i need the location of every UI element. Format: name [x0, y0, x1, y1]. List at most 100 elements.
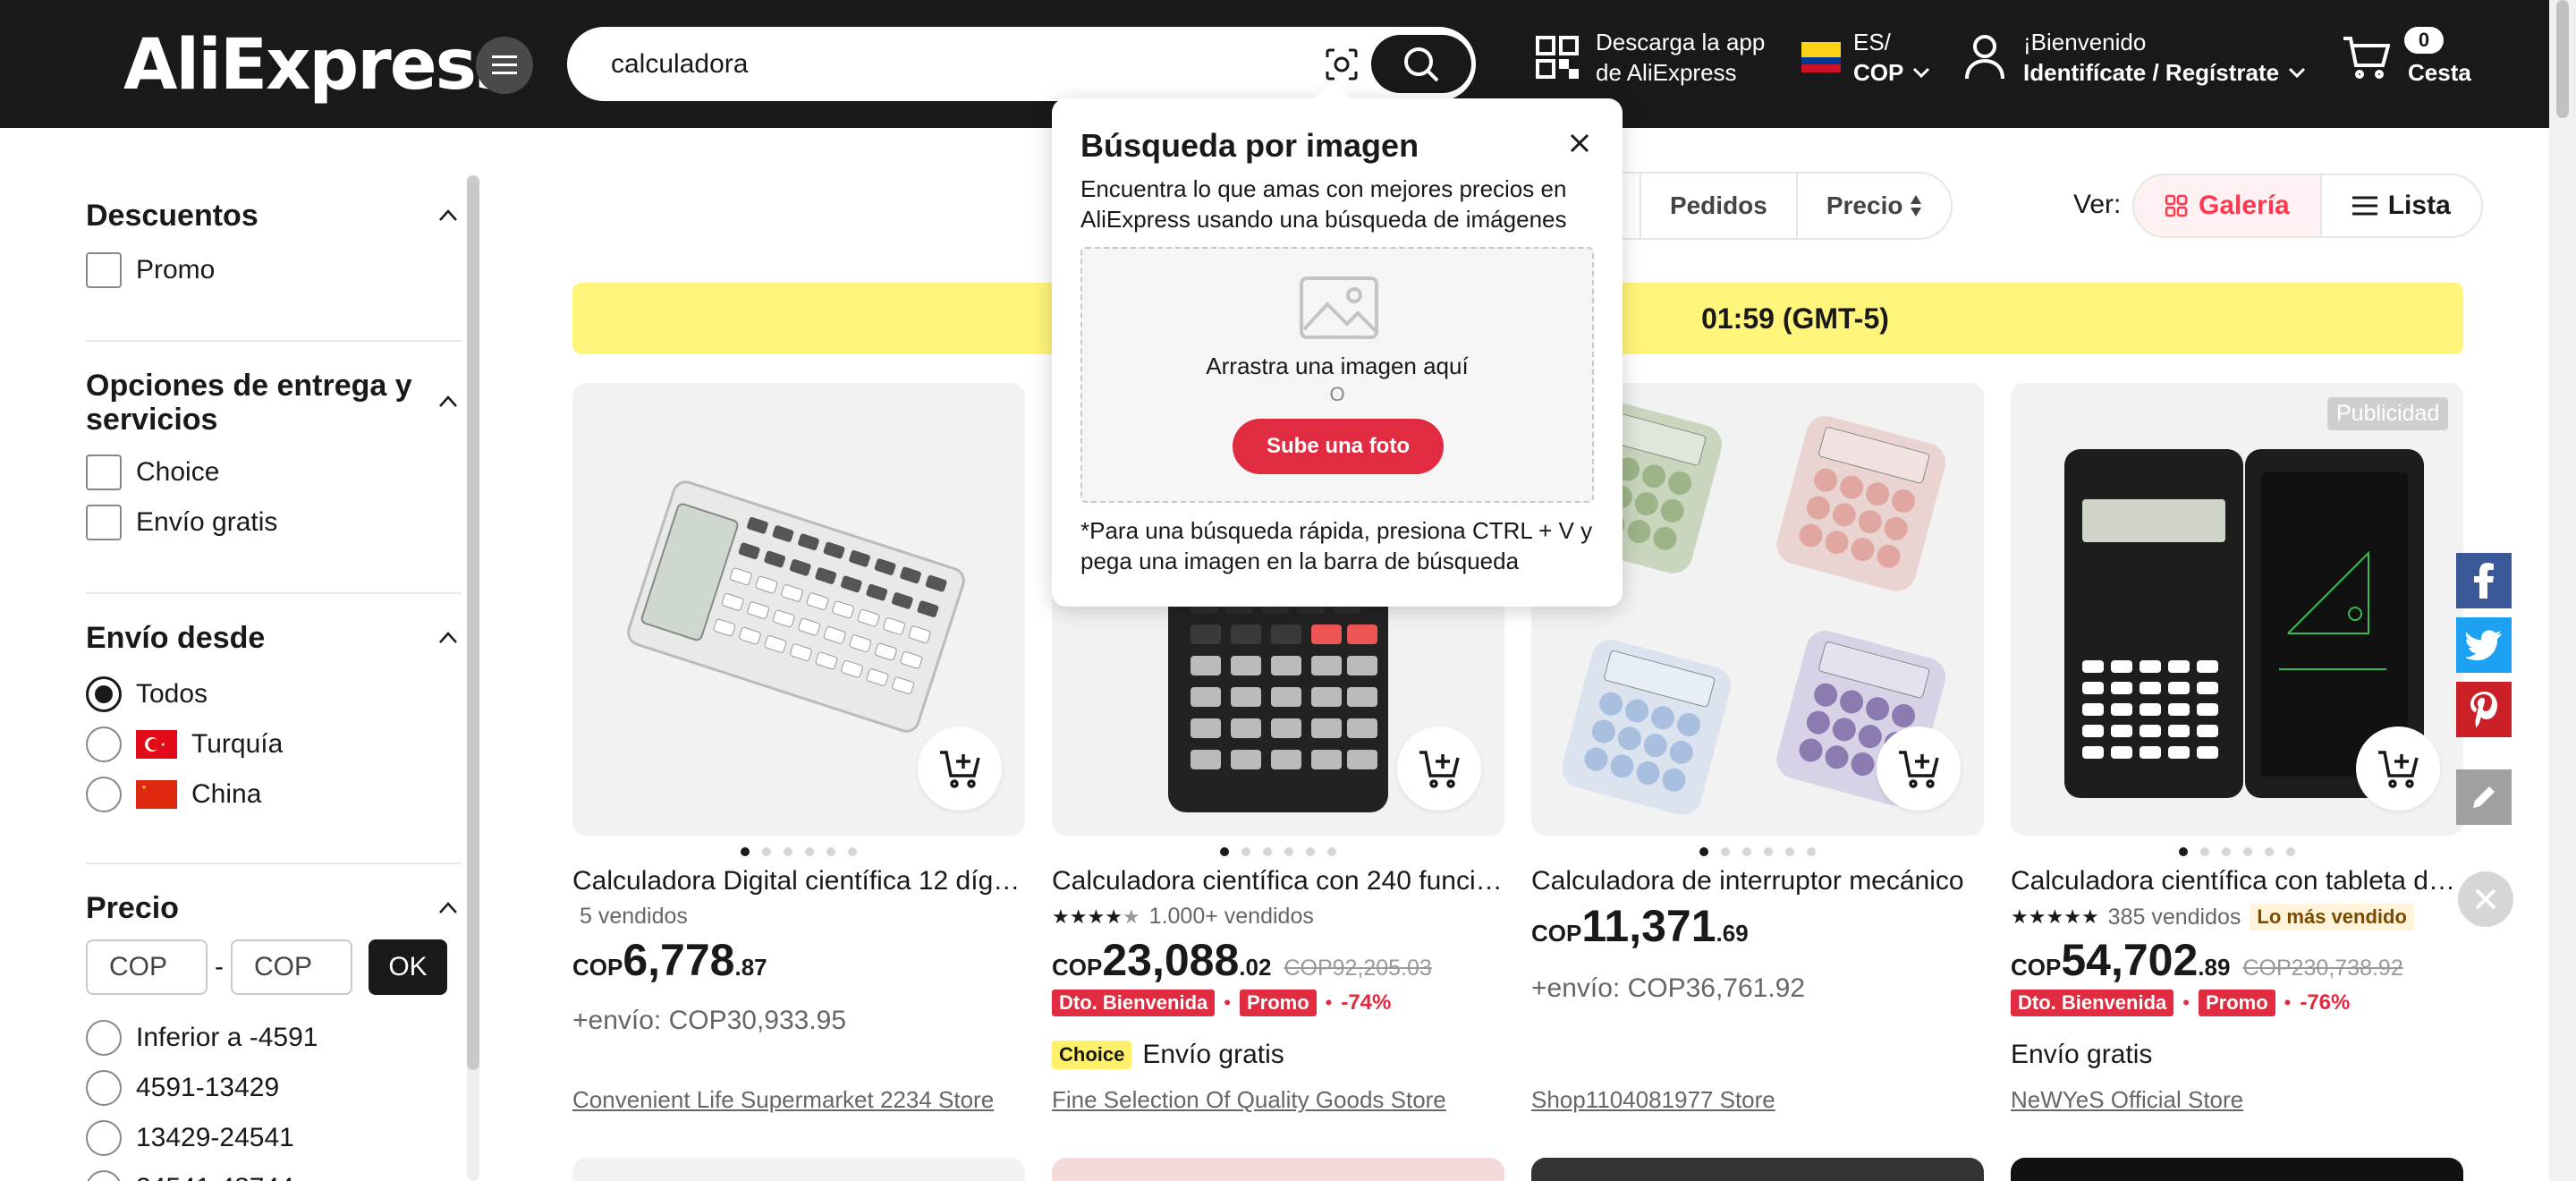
- radio-ship-china[interactable]: China: [86, 777, 261, 812]
- product-card[interactable]: Calculadora Digital científica 12 dígito…: [572, 383, 1025, 1126]
- rating-stars-icon: ★ ★ ★ ★ ★: [2011, 905, 2099, 928]
- popup-close-button[interactable]: [1563, 127, 1596, 159]
- filter-title-price: Precio: [86, 891, 179, 925]
- radio-price-range[interactable]: 24541-48744: [86, 1170, 294, 1181]
- qr-code-icon: [1536, 36, 1579, 79]
- facebook-share-button[interactable]: [2456, 553, 2512, 608]
- add-to-cart-button[interactable]: [1397, 726, 1481, 811]
- filter-delivery: Opciones de entrega y servicios: [86, 369, 462, 437]
- product-card-partial[interactable]: [2011, 1158, 2463, 1181]
- checkbox-choice[interactable]: Choice: [86, 455, 219, 490]
- chevron-up-icon[interactable]: [438, 206, 458, 225]
- account-menu[interactable]: ¡Bienvenido Identifícate / Regístrate: [1964, 27, 2306, 88]
- radio-price-range[interactable]: 13429-24541: [86, 1120, 294, 1156]
- pinterest-share-button[interactable]: [2456, 682, 2512, 737]
- cart-button[interactable]: Cesta 0: [2342, 27, 2471, 88]
- product-card-partial[interactable]: [572, 1158, 1025, 1181]
- product-title[interactable]: Calculadora científica con tableta de es…: [2011, 866, 2463, 896]
- radio-button[interactable]: [86, 676, 122, 712]
- add-cart-icon: [1419, 751, 1460, 788]
- product-image[interactable]: Publicidad: [2011, 383, 2463, 836]
- image-carousel-dots[interactable]: [1531, 843, 1984, 861]
- shipping-cost: +envío: COP36,761.92: [1531, 973, 1806, 1003]
- price-decimal: .02: [1239, 954, 1272, 981]
- radio-button[interactable]: [86, 1020, 122, 1056]
- radio-price-range[interactable]: 4591-13429: [86, 1070, 279, 1106]
- radio-price-range[interactable]: Inferior a -4591: [86, 1020, 318, 1056]
- image-carousel-dots[interactable]: [572, 843, 1025, 861]
- language-currency-selector[interactable]: ES/ COP: [1801, 27, 1930, 88]
- checkbox-box[interactable]: [86, 455, 122, 490]
- radio-button[interactable]: [86, 726, 122, 762]
- radio-button[interactable]: [86, 1170, 122, 1181]
- product-card-partial[interactable]: [1052, 1158, 1504, 1181]
- aliexpress-logo[interactable]: AliExpress: [123, 25, 516, 106]
- popup-description: Encuentra lo que amas con mejores precio…: [1080, 175, 1567, 233]
- checkbox-free-shipping[interactable]: Envío gratis: [86, 505, 277, 540]
- add-to-cart-button[interactable]: [1877, 726, 1961, 811]
- product-title[interactable]: Calculadora científica con 240 funciones: [1052, 866, 1504, 896]
- sidebar-scrollbar[interactable]: [467, 175, 479, 1181]
- add-cart-icon: [940, 751, 980, 788]
- chevron-up-icon[interactable]: [438, 628, 458, 648]
- search-input[interactable]: [611, 30, 1237, 98]
- image-search-button[interactable]: [1319, 42, 1364, 87]
- chevron-down-icon: [2289, 67, 2306, 79]
- store-link[interactable]: NeWYeS Official Store: [2011, 1086, 2243, 1114]
- image-carousel-dots[interactable]: [1052, 843, 1504, 861]
- app-download-link[interactable]: Descarga la app de AliExpress: [1535, 27, 1765, 88]
- product-image[interactable]: [572, 383, 1025, 836]
- add-cart-icon: [1899, 751, 1939, 788]
- rating-stars-icon: ★ ★ ★ ★ ★: [1052, 905, 1140, 928]
- add-to-cart-button[interactable]: [2356, 726, 2440, 811]
- rating-and-sold: ★ ★ ★ ★ ★ 385 vendidos Lo más vendido: [2011, 904, 2414, 930]
- sort-tab-orders[interactable]: Pedidos: [1639, 174, 1796, 238]
- twitter-share-button[interactable]: [2456, 617, 2512, 673]
- product-title[interactable]: Calculadora Digital científica 12 dígito…: [572, 866, 1025, 896]
- checkbox-box[interactable]: [86, 252, 122, 288]
- sort-tab-price[interactable]: Precio: [1795, 174, 1952, 238]
- add-to-cart-button[interactable]: [918, 726, 1002, 811]
- product-title[interactable]: Calculadora de interruptor mecánico: [1531, 866, 1984, 896]
- radio-ship-turkey[interactable]: Turquía: [86, 726, 283, 762]
- radio-label: Turquía: [191, 729, 284, 759]
- radio-button[interactable]: [86, 1070, 122, 1106]
- drop-zone-text: Arrastra una imagen aquí: [1206, 353, 1469, 379]
- sort-price-label: Precio: [1826, 191, 1903, 219]
- chevron-up-icon[interactable]: [438, 392, 458, 412]
- cart-label: Cesta: [2408, 59, 2471, 86]
- store-link[interactable]: Fine Selection Of Quality Goods Store: [1052, 1086, 1446, 1114]
- edit-feedback-button[interactable]: [2456, 769, 2512, 825]
- view-list-button[interactable]: Lista: [2319, 175, 2481, 236]
- scrollbar-thumb[interactable]: [467, 175, 479, 1070]
- upload-photo-button[interactable]: Sube una foto: [1233, 419, 1444, 474]
- image-drop-zone[interactable]: Arrastra una imagen aquí O Sube una foto: [1080, 247, 1594, 503]
- product-card[interactable]: Publicidad Calculadora científica con ta…: [2011, 383, 2463, 1126]
- chevron-up-icon[interactable]: [438, 898, 458, 918]
- signin-link[interactable]: Identifícate / Regístrate: [2023, 57, 2279, 88]
- search-button[interactable]: [1371, 35, 1471, 93]
- product-card-partial[interactable]: [1531, 1158, 1984, 1181]
- radio-button[interactable]: [86, 1120, 122, 1156]
- price-min-input[interactable]: COP: [86, 939, 208, 995]
- category-menu-button[interactable]: [476, 37, 533, 94]
- close-icon: [1570, 133, 1589, 153]
- price-ok-button[interactable]: OK: [369, 939, 447, 995]
- close-floating-button[interactable]: [2458, 871, 2513, 927]
- store-link[interactable]: Shop1104081977 Store: [1531, 1086, 1775, 1114]
- checkbox-box[interactable]: [86, 505, 122, 540]
- radio-ship-all[interactable]: Todos: [86, 676, 208, 712]
- page-scrollbar[interactable]: [2549, 0, 2576, 1181]
- image-carousel-dots[interactable]: [2011, 843, 2463, 861]
- view-gallery-button[interactable]: Galería: [2134, 175, 2320, 236]
- checkbox-promo[interactable]: Promo: [86, 252, 215, 288]
- store-link[interactable]: Convenient Life Supermarket 2234 Store: [572, 1086, 994, 1114]
- turkey-flag-icon: [136, 730, 177, 759]
- choice-tag: Choice: [1052, 1041, 1132, 1069]
- shipping-info: Choice Envío gratis: [1052, 1040, 1284, 1070]
- price-max-input[interactable]: COP: [231, 939, 352, 995]
- language-label: ES/: [1853, 29, 1891, 55]
- checkbox-label: Promo: [136, 255, 216, 285]
- scrollbar-thumb[interactable]: [2556, 0, 2569, 118]
- radio-button[interactable]: [86, 777, 122, 812]
